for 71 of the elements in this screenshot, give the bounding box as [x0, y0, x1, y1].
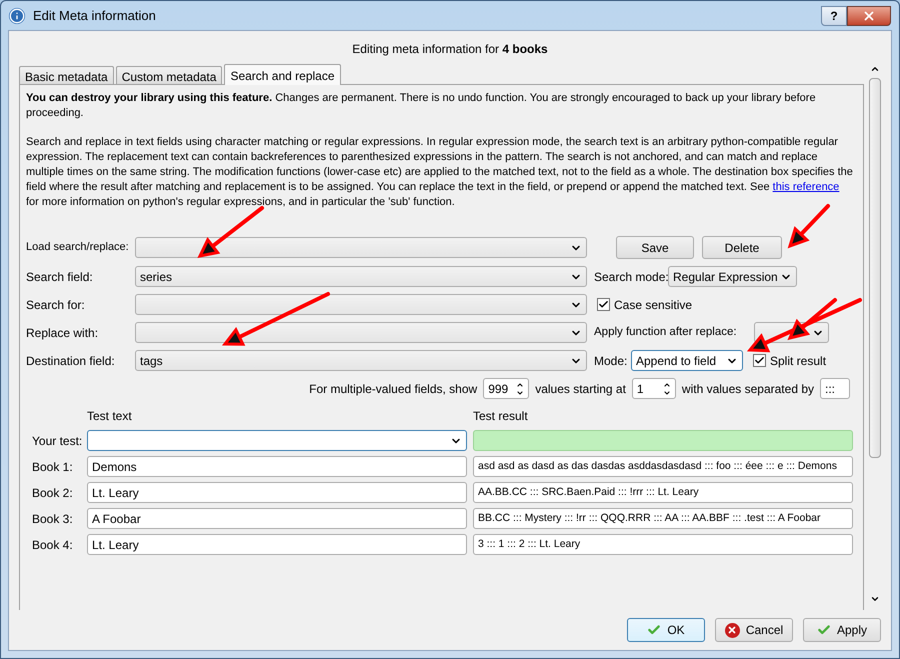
field-label: Apply function after replace:	[594, 324, 738, 340]
cancel-icon	[724, 622, 740, 638]
info-icon	[9, 8, 25, 24]
mode-dropdown[interactable]: Append to field	[631, 350, 743, 371]
field-label: Book 4:	[32, 536, 74, 554]
text-field[interactable]: BB.CC ::: Mystery ::: !rr ::: QQQ.RRR ::: AA ::: AA.BBF ::: .test ::: A Foobar	[473, 508, 853, 529]
description-text: Search and replace in text fields using character matching or regular expressions. In regular expression mode, the search text is an arbitrary python-compatible regular expression. The replacement text can contain backreferences to parenthesized expressions in the pattern. The search is not anchored, and can match and replace multiple times on the same string. The modification functions (lower-case etc) are applied to the matched text, not to the field as a whole. The destination box specifies the field where the result after matching and replacement is to be assigned. You can replace the text in the field, or prepend or append the matched text. See this reference for more information on python's regular expressions, and in particular the 'sub' function.	[26, 135, 853, 210]
close-icon	[862, 8, 876, 22]
replace-with-dropdown[interactable]	[135, 322, 587, 343]
check-icon	[647, 623, 662, 637]
help-button[interactable]: ?	[821, 6, 847, 26]
field-label: Load search/replace:	[26, 240, 130, 256]
text-field[interactable]	[473, 430, 853, 451]
field-label: Book 2:	[32, 484, 74, 502]
annotation-arrow	[197, 206, 264, 258]
column-heading: Test result	[473, 408, 528, 425]
field-label: Replace with:	[26, 324, 100, 342]
checkbox-label: Split result	[770, 352, 826, 370]
down-icon	[662, 388, 671, 396]
search-field-dropdown[interactable]: series	[135, 266, 587, 287]
text-field[interactable]: 3 ::: 1 ::: 2 ::: Lt. Leary	[473, 534, 853, 555]
text-field[interactable]: :::	[820, 378, 850, 399]
destination-dropdown[interactable]: tags	[135, 350, 587, 371]
field-label: Destination field:	[26, 352, 116, 370]
window-title: Edit Meta information	[33, 6, 157, 25]
tab[interactable]: Custom metadata	[116, 66, 222, 84]
text-field[interactable]: Lt. Leary	[87, 482, 467, 503]
close-button[interactable]	[847, 6, 891, 26]
field-label: values starting at	[535, 380, 626, 398]
dialog-header: Editing meta information for 4 books	[351, 41, 549, 58]
test-text-dropdown[interactable]	[87, 430, 467, 451]
save-button[interactable]: Save	[616, 236, 694, 259]
load-dropdown[interactable]	[135, 237, 587, 258]
text-field[interactable]: Lt. Leary	[87, 534, 467, 555]
up-icon	[662, 380, 671, 388]
tab[interactable]: Search and replace	[224, 64, 341, 85]
down-icon	[516, 388, 524, 396]
dialog-button[interactable]: Cancel	[715, 618, 793, 642]
field-label: with values separated by	[682, 380, 814, 398]
dialog-button[interactable]: OK	[627, 618, 705, 642]
checkbox[interactable]	[597, 298, 610, 311]
tab[interactable]: Basic metadata	[19, 66, 114, 84]
warning-text: You can destroy your library using this feature. Changes are permanent. There is no undo function. You are strongly encouraged to back up your library before proceeding.	[26, 91, 817, 121]
field-label: Search mode:	[594, 268, 668, 286]
field-label: For multiple-valued fields, show	[309, 380, 478, 398]
field-label: Your test:	[32, 432, 84, 450]
field-label: Book 3:	[32, 510, 74, 528]
search-mode-dropdown[interactable]: Regular Expression	[668, 266, 797, 287]
reference-link[interactable]: this reference	[772, 181, 840, 193]
checkbox-label: Case sensitive	[614, 296, 692, 314]
dialog-button[interactable]: Apply	[803, 618, 881, 642]
text-field[interactable]: AA.BB.CC ::: SRC.Baen.Paid ::: !rrr ::: Lt. Leary	[473, 482, 853, 503]
field-label: Search field:	[26, 268, 94, 286]
up-icon	[516, 380, 524, 388]
checkbox[interactable]	[753, 354, 766, 367]
field-label: Search for:	[26, 296, 86, 314]
delete-button[interactable]: Delete	[702, 236, 782, 259]
text-field[interactable]: asd asd as dasd as das dasdas asddasdasdasd ::: foo ::: éee ::: e ::: Demons	[473, 456, 853, 477]
check-icon	[816, 623, 831, 637]
search-for-dropdown[interactable]	[135, 294, 587, 315]
field-label: Book 1:	[32, 458, 74, 476]
spin-box[interactable]: 999	[483, 378, 530, 399]
text-field[interactable]: A Foobar	[87, 508, 467, 529]
spin-box[interactable]: 1	[632, 378, 676, 399]
scroll-up-icon	[870, 64, 880, 74]
annotation-arrow	[788, 204, 830, 248]
scroll-down-icon	[870, 594, 880, 604]
field-label: Mode:	[594, 352, 628, 370]
column-heading: Test text	[87, 408, 133, 425]
text-field[interactable]: Demons	[87, 456, 467, 477]
scrollbar[interactable]	[868, 64, 882, 604]
